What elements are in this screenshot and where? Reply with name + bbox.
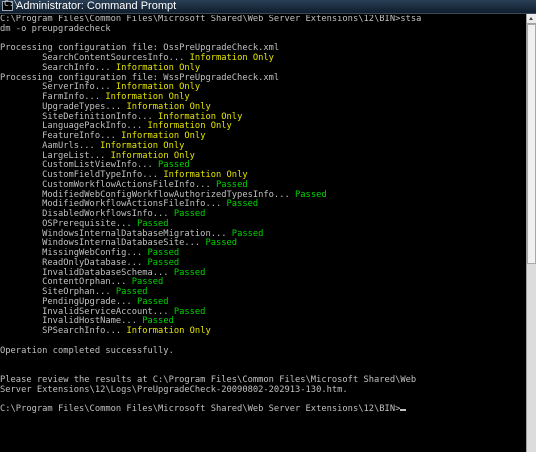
console-text: MissingWebConfig... (0, 248, 148, 258)
console-text: Please review the results at C:\Program … (0, 374, 417, 385)
console-text: CustomFieldTypeInfo... (0, 170, 164, 180)
status-passed: Passed (158, 160, 190, 171)
status-information-only: Information Only (126, 101, 211, 112)
status-passed: Passed (173, 306, 206, 317)
status-passed: Passed (147, 248, 180, 258)
console-text: LanguagePackInfo... (0, 121, 148, 132)
status-passed: Passed (136, 218, 169, 229)
console-text: ReadOnlyDatabase... (0, 257, 148, 268)
status-information-only: Information Only (105, 92, 190, 102)
scroll-thumb[interactable] (527, 24, 536, 264)
console-line: Operation completed successfully. (0, 345, 525, 357)
vertical-scrollbar[interactable] (526, 14, 536, 452)
console-text: C:\Program Files\Common Files\Microsoft … (0, 404, 401, 414)
console-text: Server Extensions\12\Logs\PreUpgradeChec… (0, 384, 348, 395)
status-passed: Passed (136, 296, 169, 307)
console-text: SiteDefinitionInfo... (0, 111, 159, 122)
command-prompt-window: C:\ Administrator: Command Prompt C:\Pro… (0, 0, 536, 452)
console-text: InvalidDatabaseSchema... (0, 267, 174, 278)
console-text: InvalidServiceAccount... (0, 306, 174, 317)
console-text: WindowsInternalDatabaseSite... (0, 238, 206, 249)
console-line: Server Extensions\12\Logs\PreUpgradeChec… (0, 384, 525, 396)
console-text: ServerInfo... (0, 82, 116, 93)
console-text: Operation completed successfully. (0, 345, 174, 356)
status-passed: Passed (226, 199, 259, 210)
status-passed: Passed (231, 228, 264, 239)
console-text: Processing configuration file: OssPreUpg… (0, 43, 280, 54)
console-line: C:\Program Files\Common Files\Microsoft … (0, 404, 525, 415)
status-information-only: Information Only (189, 53, 274, 63)
status-information-only: Information Only (147, 121, 232, 132)
cmd-icon[interactable]: C:\ (2, 0, 18, 11)
text-cursor (400, 409, 407, 411)
status-passed: Passed (205, 238, 238, 249)
console-text: FeatureInfo... (0, 131, 122, 141)
console-text: Processing configuration file: WssPreUpg… (0, 72, 280, 83)
status-information-only: Information Only (100, 140, 185, 151)
console-text: dm -o preupgradecheck (0, 23, 111, 34)
status-passed: Passed (115, 287, 148, 297)
console-text: SPSearchInfo... (0, 326, 127, 336)
console-text: ModifiedWorkflowActionsFileInfo... (0, 199, 227, 210)
status-passed: Passed (142, 316, 174, 327)
status-information-only: Information Only (110, 150, 195, 161)
status-information-only: Information Only (163, 170, 248, 180)
status-passed: Passed (295, 189, 327, 200)
console-line: dm -o preupgradecheck (0, 23, 525, 35)
console-text: OSPrerequisite... (0, 218, 137, 229)
scroll-up-arrow-icon[interactable] (527, 14, 536, 24)
status-information-only: Information Only (121, 131, 206, 141)
console-text: AamUrls... (0, 140, 101, 151)
status-information-only: Information Only (115, 62, 201, 73)
status-passed: Passed (131, 277, 164, 288)
title-bar[interactable]: C:\ Administrator: Command Prompt (0, 0, 536, 14)
status-information-only: Information Only (126, 326, 211, 336)
console-text: CustomListViewInfo... (0, 160, 159, 171)
console-text: DisabledWorkflowsInfo... (0, 209, 174, 219)
console-text: WindowsInternalDatabaseMigration... (0, 228, 232, 239)
console-text: ContentOrphan... (0, 277, 132, 288)
console-text: SearchInfo... (0, 62, 116, 73)
status-passed: Passed (147, 257, 180, 268)
console-text: CustomWorkflowActionsFileInfo... (0, 179, 216, 190)
console-text: SearchContentSourcesInfo... (0, 53, 190, 63)
console-text: InvalidHostName... (0, 316, 143, 327)
status-passed: Passed (216, 179, 248, 190)
console-text: LargeList... (0, 150, 111, 161)
console-text: SiteOrphan... (0, 287, 116, 297)
console-text: ModifiedWebConfigWorkflowAuthorizedTypes… (0, 189, 296, 200)
console-text: UpgradeTypes... (0, 101, 127, 112)
window-title: Administrator: Command Prompt (16, 0, 177, 12)
console-line: SPSearchInfo... Information Only (0, 326, 525, 337)
console-text: FarmInfo... (0, 92, 106, 102)
console-output[interactable]: C:\Program Files\Common Files\Microsoft … (0, 15, 525, 452)
console-text: PendingUpgrade... (0, 296, 137, 307)
status-passed: Passed (173, 267, 206, 278)
status-passed: Passed (173, 209, 206, 219)
status-information-only: Information Only (158, 111, 243, 122)
console-text: C:\Program Files\Common Files\Microsoft … (0, 15, 422, 24)
status-information-only: Information Only (115, 82, 201, 93)
